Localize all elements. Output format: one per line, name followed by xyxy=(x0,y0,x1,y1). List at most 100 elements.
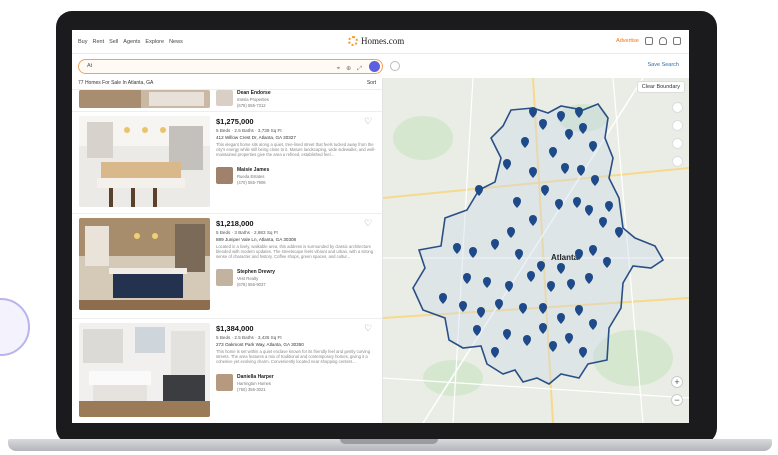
listing-card[interactable]: $1,275,000 5 Beds · 2.5 Baths · 3,739 Sq… xyxy=(72,111,382,211)
map-pin-icon[interactable] xyxy=(453,243,461,254)
map-pin-icon[interactable] xyxy=(575,249,583,260)
map-pin-icon[interactable] xyxy=(605,201,613,212)
advertise-link[interactable]: Advertise xyxy=(616,38,639,44)
map-pin-icon[interactable] xyxy=(603,257,611,268)
map-pin-icon[interactable] xyxy=(439,293,447,304)
heart-icon[interactable]: ♡ xyxy=(364,219,373,228)
save-search-button[interactable]: Save Search xyxy=(648,62,680,68)
commute-icon[interactable] xyxy=(672,156,683,167)
map-pin-icon[interactable] xyxy=(547,281,555,292)
map-pin-icon[interactable] xyxy=(575,305,583,316)
clear-boundary-button[interactable]: Clear Boundary xyxy=(636,81,685,93)
map-pin-icon[interactable] xyxy=(539,303,547,314)
map-pin-icon[interactable] xyxy=(521,137,529,148)
map-pin-icon[interactable] xyxy=(515,249,523,260)
map-pin-icon[interactable] xyxy=(503,159,511,170)
filter-icon[interactable] xyxy=(390,61,400,71)
map-pin-icon[interactable] xyxy=(567,279,575,290)
bell-icon[interactable] xyxy=(659,37,667,45)
locate-icon[interactable]: ⊕ xyxy=(346,63,351,76)
listing-card[interactable]: $1,218,000 5 Beds · 3 Baths · 2,983 Sq F… xyxy=(72,213,382,316)
map-pin-icon[interactable] xyxy=(513,197,521,208)
map-pin-icon[interactable] xyxy=(599,217,607,228)
map-pin-icon[interactable] xyxy=(585,273,593,284)
site-logo[interactable]: Homes.com xyxy=(348,36,404,46)
nav-explore[interactable]: Explore xyxy=(145,39,164,45)
map-pin-icon[interactable] xyxy=(527,271,535,282)
school-icon[interactable] xyxy=(672,138,683,149)
map-pin-icon[interactable] xyxy=(589,319,597,330)
map-pin-icon[interactable] xyxy=(541,185,549,196)
app-screen: Buy Rent Sell Agents Explore News Homes.… xyxy=(72,30,689,423)
nav-buy[interactable]: Buy xyxy=(78,39,87,45)
map-pin-icon[interactable] xyxy=(507,227,515,238)
map-pin-icon[interactable] xyxy=(615,227,623,238)
zoom-in-button[interactable]: + xyxy=(671,376,683,388)
map-pin-icon[interactable] xyxy=(463,273,471,284)
map-pin-icon[interactable] xyxy=(469,247,477,258)
nav-news[interactable]: News xyxy=(169,39,183,45)
map-pin-icon[interactable] xyxy=(495,299,503,310)
map-pin-icon[interactable] xyxy=(591,175,599,186)
map-pin-icon[interactable] xyxy=(459,301,467,312)
map-pin-icon[interactable] xyxy=(539,119,547,130)
listing-card-partial[interactable]: Dean Endorse Interia Properties (678) 55… xyxy=(72,89,382,108)
draw-icon[interactable] xyxy=(672,120,683,131)
search-input-value: At xyxy=(87,63,93,69)
map-pin-icon[interactable] xyxy=(529,215,537,226)
nav-sell[interactable]: Sell xyxy=(109,39,118,45)
map-pin-icon[interactable] xyxy=(573,197,581,208)
expand-icon[interactable]: ⤢ xyxy=(357,63,362,76)
map-view[interactable]: Atlanta Clear Boundary + − xyxy=(383,78,689,423)
map-pin-icon[interactable] xyxy=(539,323,547,334)
agent-name: Daniella Harper xyxy=(237,374,274,380)
map-pin-icon[interactable] xyxy=(523,335,531,346)
listing-info: $1,384,000 5 Beds · 2.5 Baths · 3,436 Sq… xyxy=(216,324,377,392)
map-pin-icon[interactable] xyxy=(549,341,557,352)
map-pin-icon[interactable] xyxy=(505,281,513,292)
map-pin-icon[interactable] xyxy=(557,111,565,122)
search-button[interactable] xyxy=(369,61,380,72)
map-pin-icon[interactable] xyxy=(579,123,587,134)
map-pin-icon[interactable] xyxy=(491,347,499,358)
map-pin-icon[interactable] xyxy=(529,107,537,118)
map-pin-icon[interactable] xyxy=(529,167,537,178)
map-pin-icon[interactable] xyxy=(579,347,587,358)
listing-address[interactable]: 273 Oakmont Park Way, Atlanta, GA 30350 xyxy=(216,342,377,347)
listing-address[interactable]: 889 Juniper Vale Ln, Atlanta, GA 30308 xyxy=(216,237,377,242)
map-pin-icon[interactable] xyxy=(537,261,545,272)
map-pin-icon[interactable] xyxy=(477,307,485,318)
mic-icon[interactable]: ⌖ xyxy=(337,63,340,76)
sort-dropdown[interactable]: Sort xyxy=(367,80,376,87)
nav-agents[interactable]: Agents xyxy=(123,39,140,45)
listing-address[interactable]: 412 Willow Crest Dr, Atlanta, GA 30327 xyxy=(216,135,377,140)
nav-rent[interactable]: Rent xyxy=(92,39,104,45)
search-input[interactable]: At ⌖ ⊕ ⤢ xyxy=(78,59,383,74)
listing-card[interactable]: $1,384,000 5 Beds · 2.5 Baths · 3,436 Sq… xyxy=(72,318,382,423)
map-pin-icon[interactable] xyxy=(557,313,565,324)
map-pin-icon[interactable] xyxy=(589,141,597,152)
map-pin-icon[interactable] xyxy=(491,239,499,250)
heart-icon[interactable]: ♡ xyxy=(364,324,373,333)
layers-icon[interactable] xyxy=(672,102,683,113)
chat-icon[interactable] xyxy=(645,37,653,45)
map-pin-icon[interactable] xyxy=(555,199,563,210)
map-pin-icon[interactable] xyxy=(483,277,491,288)
map-pin-icon[interactable] xyxy=(565,333,573,344)
map-pin-icon[interactable] xyxy=(557,263,565,274)
map-pin-icon[interactable] xyxy=(577,165,585,176)
map-pin-icon[interactable] xyxy=(565,129,573,140)
map-pin-icon[interactable] xyxy=(519,303,527,314)
map-pin-icon[interactable] xyxy=(549,147,557,158)
map-pin-icon[interactable] xyxy=(575,107,583,118)
map-pin-icon[interactable] xyxy=(561,163,569,174)
map-pin-icon[interactable] xyxy=(589,245,597,256)
grid-icon[interactable] xyxy=(673,37,681,45)
map-pin-icon[interactable] xyxy=(585,205,593,216)
zoom-out-button[interactable]: − xyxy=(671,394,683,406)
map-pin-icon[interactable] xyxy=(503,329,511,340)
map-pin-icon[interactable] xyxy=(475,185,483,196)
listing-price: $1,275,000 xyxy=(216,117,254,126)
heart-icon[interactable]: ♡ xyxy=(364,117,373,126)
map-pin-icon[interactable] xyxy=(473,325,481,336)
